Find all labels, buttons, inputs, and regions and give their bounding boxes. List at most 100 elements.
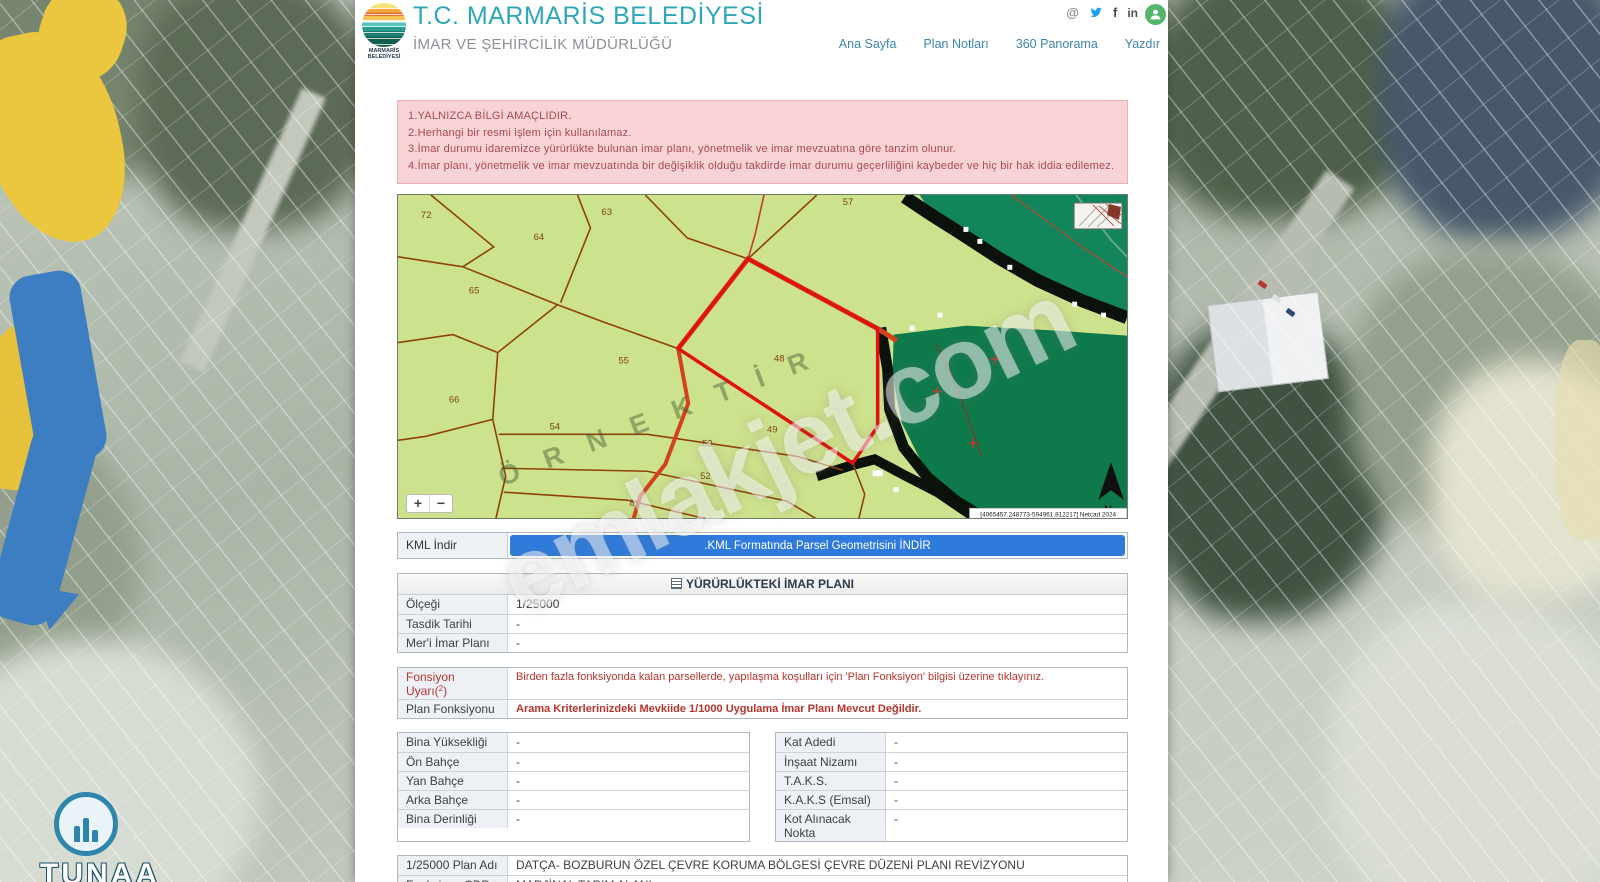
row-label: Fonksiyon CDP [398, 876, 508, 882]
parcel-label: 55 [618, 356, 629, 367]
plan-info-table: 1/25000 Plan Adı DATÇA- BOZBURUN ÖZEL ÇE… [397, 855, 1128, 882]
row-label: Bina Yüksekliği [398, 733, 508, 752]
row-label: Tasdik Tarihi [398, 615, 508, 633]
row-label: Ön Bahçe [398, 753, 508, 771]
row-label: Mer'i İmar Planı [398, 634, 508, 652]
page-title: T.C. MARMARİS BELEDİYESİ [413, 2, 764, 30]
bg-yellow-shape [1555, 340, 1600, 540]
twitter-icon[interactable] [1089, 6, 1103, 20]
row-label: İnşaat Nizamı [776, 753, 886, 771]
header: MARMARİS BELEDİYESİ T.C. MARMARİS BELEDİ… [355, 0, 1168, 62]
nav-ana-sayfa[interactable]: Ana Sayfa [839, 37, 897, 51]
table-row: İnşaat Nizamı - [776, 752, 1127, 771]
selected-parcel-label: 48 [774, 354, 785, 365]
row-value: Arama Kriterlerinizdeki Mevkiide 1/1000 … [516, 703, 922, 715]
table-row: Kot Alınacak Nokta - [776, 809, 1127, 841]
row-value: - [894, 812, 898, 826]
parcel-map[interactable]: ÖRNEKTİR 72 64 63 57 65 55 48 66 54 49 5… [397, 194, 1128, 519]
disclaimer-line: 2.Herhangi bir resmi işlem için kullanıl… [408, 126, 632, 139]
table-row: Tasdik Tarihi - [398, 614, 1127, 633]
overview-inset-map[interactable] [1073, 202, 1123, 230]
parcel-label: 54 [550, 421, 561, 432]
parcel-label: 81 [629, 498, 640, 509]
table-row: Yan Bahçe - [398, 771, 749, 790]
table-row: K.A.K.S (Emsal) - [776, 790, 1127, 809]
table-row: Bina Derinliği - [398, 809, 749, 828]
row-label: Yan Bahçe [398, 772, 508, 790]
row-value: - [516, 617, 520, 631]
linkedin-icon[interactable]: in [1127, 6, 1138, 20]
parcel-label: 53 [702, 438, 713, 449]
parcel-label: 66 [449, 394, 460, 405]
disclaimer-line: 4.İmar planı, yönetmelik ve imar mevzuat… [408, 159, 1115, 172]
table-row: Mer'i İmar Planı - [398, 633, 1127, 652]
page-panel: emlakjet.com MARMARİS BELEDİYESİ T.C. MA… [355, 0, 1168, 882]
row-label: Arka Bahçe [398, 791, 508, 809]
row-label: Kat Adedi [776, 733, 886, 752]
zoom-in-button[interactable]: + [407, 495, 430, 512]
table-row: Fonsiyon Uyarı(2) Birden fazla fonksiyon… [398, 668, 1127, 699]
row-value: - [894, 793, 898, 807]
facebook-icon[interactable]: f [1113, 5, 1117, 20]
table-row: Arka Bahçe - [398, 790, 749, 809]
user-account-button[interactable] [1145, 4, 1166, 25]
table-row: Kat Adedi - [776, 733, 1127, 752]
page-subtitle: İMAR VE ŞEHİRCİLİK MÜDÜRLÜĞÜ [413, 36, 673, 53]
parcel-label: 52 [700, 471, 711, 482]
table-row: Fonksiyon CDP MARJİNAL TARIM ALANI [398, 875, 1127, 882]
corner-watermark-text: TUNAA [40, 858, 160, 882]
row-label: T.A.K.S. [776, 772, 886, 790]
row-label: Plan Fonksiyonu [398, 700, 508, 718]
row-value: DATÇA- BOZBURUN ÖZEL ÇEVRE KORUMA BÖLGES… [516, 858, 1025, 872]
row-value: - [516, 755, 520, 769]
nav-yazdir[interactable]: Yazdır [1125, 37, 1160, 51]
fonksiyon-table: Fonsiyon Uyarı(2) Birden fazla fonksiyon… [397, 667, 1128, 719]
row-value: - [516, 793, 520, 807]
zoom-out-button[interactable]: − [430, 495, 452, 512]
row-value: - [894, 735, 898, 749]
instagram-icon[interactable]: @ [1066, 5, 1079, 20]
parcel-label: 65 [469, 286, 480, 297]
row-value: Birden fazla fonksiyonda kalan parseller… [516, 671, 1045, 683]
disclaimer-box: 1.YALNIZCA BİLGİ AMAÇLIDIR. 2.Herhangi b… [397, 100, 1128, 184]
parcel-label: 64 [534, 232, 545, 243]
nav-360-panorama[interactable]: 360 Panorama [1016, 37, 1098, 51]
row-label: Fonsiyon Uyarı(2) [398, 668, 508, 699]
parcel-map-canvas[interactable]: ÖRNEKTİR 72 64 63 57 65 55 48 66 54 49 5… [398, 195, 1127, 519]
table-row: 1/25000 Plan Adı DATÇA- BOZBURUN ÖZEL ÇE… [398, 856, 1127, 875]
corner-watermark-logo: TUNAA [40, 792, 160, 882]
row-label: K.A.K.S (Emsal) [776, 791, 886, 809]
coords-label: [4065457.248773-594961.812217] Netcad 20… [980, 512, 1116, 519]
row-label: Bina Derinliği [398, 810, 508, 828]
buildings-emblem-icon [54, 792, 118, 856]
kml-download-button[interactable]: .KML Formatında Parsel Geometrisini İNDİ… [510, 535, 1125, 556]
disclaimer-line: 3.İmar durumu idaremizce yürürlükte bulu… [408, 143, 957, 155]
row-value: - [894, 774, 898, 788]
map-zoom-control: + − [406, 494, 453, 513]
kml-label: KML İndir [398, 533, 508, 558]
parcel-label: 63 [601, 207, 612, 218]
municipality-logo-icon [362, 3, 406, 47]
table-row: Ön Bahçe - [398, 752, 749, 771]
main-nav: Ana Sayfa Plan Notları 360 Panorama Yazd… [839, 37, 1160, 51]
row-value: 1/25000 [516, 597, 560, 611]
row-label: Kot Alınacak Nokta [776, 810, 886, 841]
social-links: @ f in [1066, 5, 1138, 20]
row-value: - [894, 755, 898, 769]
table-row: T.A.K.S. - [776, 771, 1127, 790]
table-row: Ölçeği 1/25000 [398, 595, 1127, 614]
imar-plani-table: YÜRÜRLÜKTEKİ İMAR PLANI Ölçeği 1/25000 T… [397, 573, 1128, 653]
row-value: - [516, 735, 520, 749]
nav-plan-notlari[interactable]: Plan Notları [923, 37, 988, 51]
building-rules-right-table: Kat Adedi - İnşaat Nizamı - T.A.K.S. - K.A.… [775, 732, 1128, 842]
table-row: Bina Yüksekliği - [398, 733, 749, 752]
building-rules-left-table: Bina Yüksekliği - Ön Bahçe - Yan Bahçe - Ar… [397, 732, 750, 842]
municipality-logo: MARMARİS BELEDİYESİ [358, 3, 410, 60]
content: 1.YALNIZCA BİLGİ AMAÇLIDIR. 2.Herhangi b… [355, 100, 1168, 882]
row-label: 1/25000 Plan Adı [398, 856, 508, 875]
building-rules-tables: Bina Yüksekliği - Ön Bahçe - Yan Bahçe - Ar… [397, 732, 1128, 842]
row-value: MARJİNAL TARIM ALANI [508, 876, 1127, 882]
kml-download-row: KML İndir .KML Formatında Parsel Geometr… [397, 532, 1128, 559]
parcel-label: 49 [767, 424, 778, 435]
logo-text-line2: BELEDİYESİ [367, 54, 401, 60]
